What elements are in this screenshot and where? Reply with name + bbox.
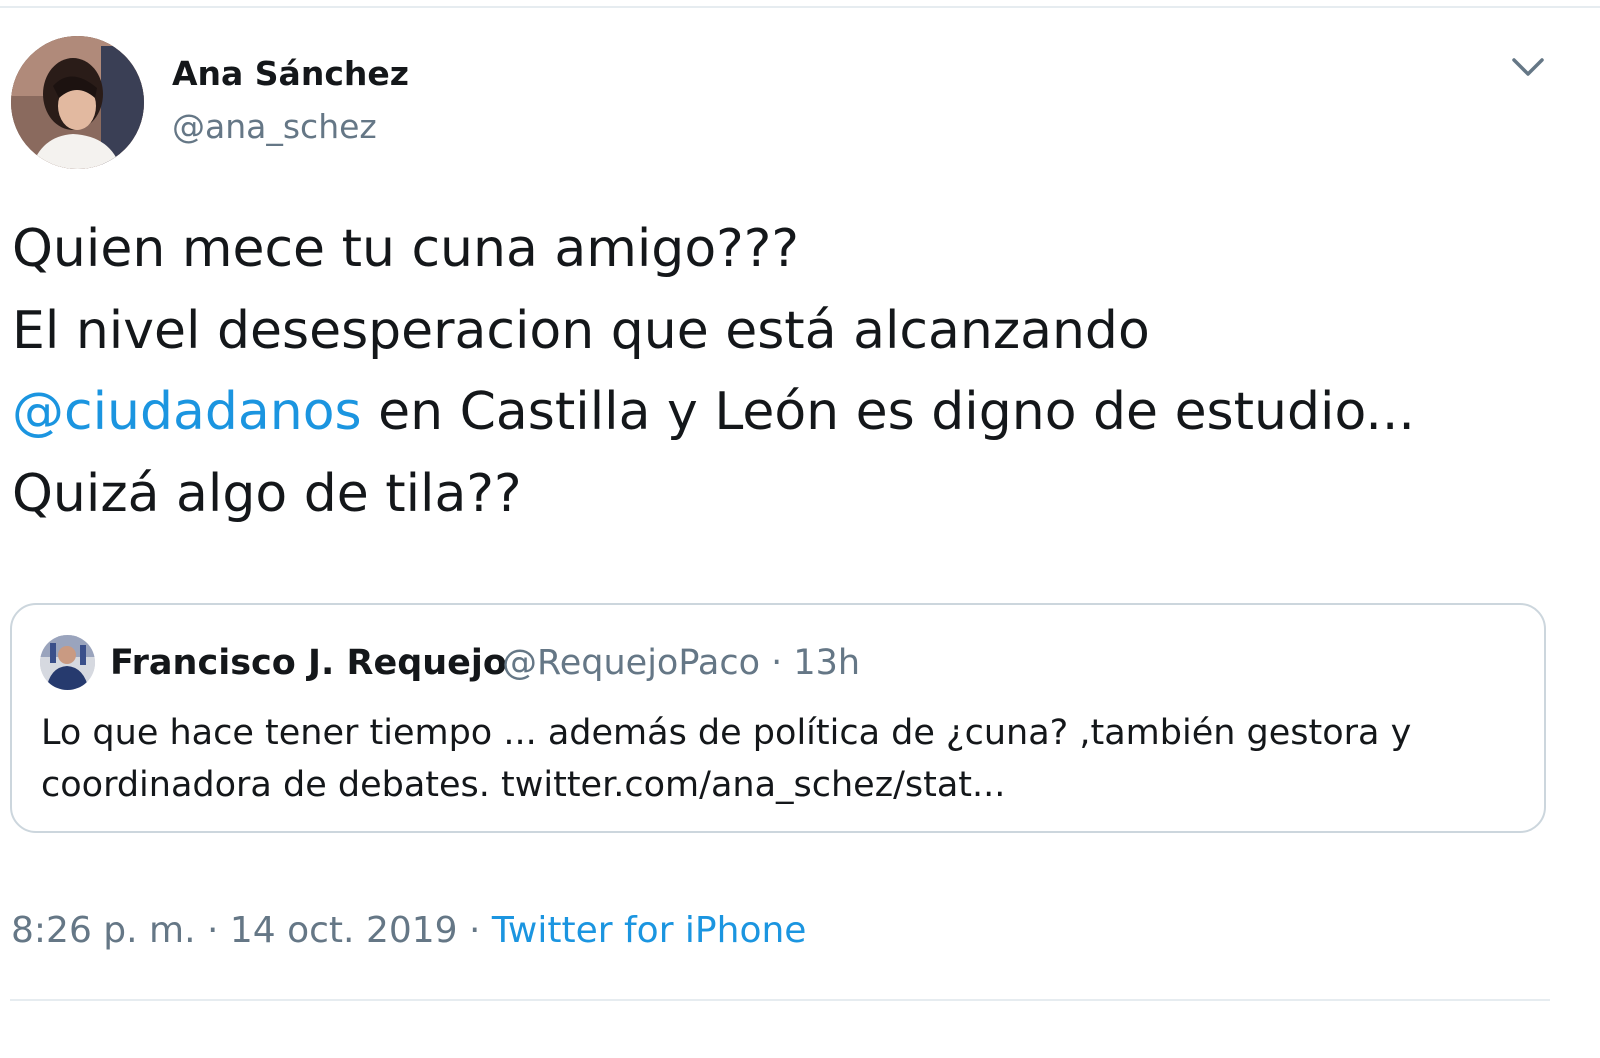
tweet-menu-button[interactable]	[1510, 52, 1546, 82]
quoted-tweet-text: Lo que hace tener tiempo ... además de p…	[41, 707, 1521, 811]
top-divider	[0, 6, 1600, 8]
tweet-metadata: 8:26 p. m. · 14 oct. 2019 · Twitter for …	[11, 910, 806, 951]
tweet-line: El nivel desesperacion que está alcanzan…	[12, 300, 1150, 361]
mention-link[interactable]: @ciudadanos	[12, 382, 362, 442]
tweet-line: Quizá algo de tila??	[12, 463, 522, 524]
tweet-line: @ciudadanos en Castilla y León es digno …	[12, 372, 1572, 454]
quoted-tweet-card[interactable]: Francisco J. Requejo @RequejoPaco · 13h …	[10, 603, 1546, 833]
author-name[interactable]: Ana Sánchez	[172, 54, 409, 93]
avatar-photo-icon	[11, 36, 144, 169]
tweet-line-rest: en Castilla y León es digno de estudio..…	[378, 382, 1415, 442]
bottom-divider	[10, 999, 1550, 1001]
author-handle[interactable]: @ana_schez	[172, 107, 377, 146]
tweet-timestamp[interactable]: 8:26 p. m. · 14 oct. 2019 ·	[11, 910, 492, 951]
quoted-author-avatar[interactable]	[40, 635, 95, 690]
quoted-author-handle-time[interactable]: @RequejoPaco · 13h	[502, 643, 860, 683]
quoted-text-line: coordinadora de debates. twitter.com/ana…	[41, 765, 1006, 805]
quoted-text-line: Lo que hace tener tiempo ... además de p…	[41, 713, 1412, 753]
tweet-line: Quien mece tu cuna amigo???	[12, 219, 799, 279]
tweet-text: Quien mece tu cuna amigo??? El nivel des…	[12, 209, 1572, 535]
author-avatar[interactable]	[11, 36, 144, 169]
quoted-author-name[interactable]: Francisco J. Requejo	[110, 643, 507, 683]
tweet-source-link[interactable]: Twitter for iPhone	[492, 910, 807, 951]
avatar-photo-icon	[40, 635, 95, 690]
chevron-down-icon	[1512, 58, 1544, 76]
